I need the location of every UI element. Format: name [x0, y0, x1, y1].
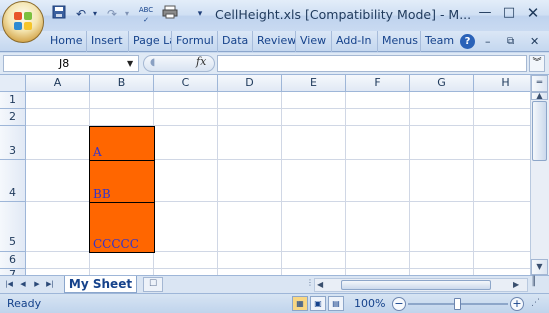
spelling-icon[interactable]: ABC ✓: [134, 5, 158, 24]
next-sheet-icon[interactable]: ▶: [32, 278, 42, 291]
zoom-level[interactable]: 100%: [354, 297, 385, 310]
status-text: Ready: [7, 297, 42, 310]
zoom-slider-knob[interactable]: [454, 298, 461, 310]
ribbon-tabs: Home Insert Page La Formul Data Review V…: [0, 31, 549, 52]
gridline: [26, 268, 530, 269]
column-header-g[interactable]: G: [410, 75, 474, 92]
split-box-icon[interactable]: ═: [531, 75, 548, 92]
window-title: CellHeight.xls [Compatibility Mode] - M.…: [215, 7, 472, 22]
expand-formula-bar-icon[interactable]: ︾: [529, 55, 545, 72]
last-sheet-icon[interactable]: ▶|: [45, 278, 55, 291]
print-icon[interactable]: [161, 5, 179, 23]
horizontal-scrollbar[interactable]: ◀ ▶: [314, 278, 528, 292]
row-header-2[interactable]: 2: [0, 109, 26, 126]
column-header-e[interactable]: E: [282, 75, 346, 92]
zoom-out-icon[interactable]: −: [392, 297, 406, 311]
cell-b5-text: CCCCC: [93, 237, 139, 251]
tab-view[interactable]: View: [295, 31, 331, 52]
page-break-preview-icon[interactable]: ▤: [328, 296, 344, 311]
cell-b5[interactable]: CCCCC: [89, 202, 155, 253]
select-all-button[interactable]: [0, 75, 26, 92]
gridline: [26, 108, 530, 109]
formula-input[interactable]: [217, 55, 527, 72]
tab-formulas[interactable]: Formul: [171, 31, 217, 52]
cell-b3[interactable]: A: [89, 126, 155, 161]
sheet-tab-bar: |◀ ◀ ▶ ▶| My Sheet ☐ ⋮ ◀ ▶ ║: [0, 275, 549, 293]
insert-function-button[interactable]: fx: [196, 55, 206, 68]
name-box[interactable]: J8 ▼: [3, 55, 139, 72]
save-icon[interactable]: [50, 5, 68, 23]
gridline: [281, 92, 282, 275]
minimize-icon[interactable]: —: [473, 2, 497, 24]
column-header-h[interactable]: H: [474, 75, 530, 92]
ribbon-minimize-icon[interactable]: –: [485, 31, 491, 52]
status-bar: Ready ▦ ▣ ▤ 100% − + ⋰: [0, 293, 549, 313]
title-bar: ↶ ▾ ↷ ▾ ABC ✓ ▾ CellHeight.xls [Compatibi…: [0, 0, 549, 31]
customize-qat-icon[interactable]: ▾: [191, 5, 209, 23]
close-icon[interactable]: ✕: [521, 2, 545, 24]
column-header-b[interactable]: B: [90, 75, 154, 92]
sheet-tab-my-sheet[interactable]: My Sheet: [64, 276, 137, 293]
tab-review[interactable]: Review: [252, 31, 295, 52]
row-header-1[interactable]: 1: [0, 92, 26, 109]
hsplit-box-icon[interactable]: ║: [531, 277, 536, 287]
tab-home[interactable]: Home: [46, 31, 86, 52]
insert-sheet-icon[interactable]: ☐: [143, 277, 163, 292]
office-button[interactable]: [2, 1, 44, 43]
gridline: [345, 92, 346, 275]
row-header-3[interactable]: 3: [0, 126, 26, 160]
vertical-scroll-thumb[interactable]: [532, 101, 547, 161]
maximize-icon[interactable]: □: [497, 2, 521, 24]
formula-handle-icon[interactable]: ◖: [150, 57, 155, 68]
gridline: [217, 92, 218, 275]
tab-team[interactable]: Team: [420, 31, 458, 52]
tab-data[interactable]: Data: [217, 31, 252, 52]
resize-grip-icon[interactable]: ⋰: [531, 298, 540, 308]
name-box-value: J8: [59, 57, 70, 70]
scroll-up-icon[interactable]: ▲: [531, 92, 548, 100]
office-logo-icon: [14, 12, 34, 32]
column-header-d[interactable]: D: [218, 75, 282, 92]
undo-dropdown-icon[interactable]: ▾: [86, 5, 104, 23]
scroll-down-icon[interactable]: ▼: [531, 259, 548, 275]
scroll-right-icon[interactable]: ▶: [513, 279, 519, 291]
row-header-6[interactable]: 6: [0, 252, 26, 269]
worksheet-grid[interactable]: A B C D E F G H 1 2 3 4 5 6 7 A BB CCCCC: [0, 75, 530, 275]
tab-menus[interactable]: Menus: [377, 31, 420, 52]
restore-window-icon[interactable]: ⧉: [507, 31, 514, 52]
page-layout-view-icon[interactable]: ▣: [310, 296, 326, 311]
gridline: [473, 92, 474, 275]
help-icon[interactable]: ?: [460, 34, 475, 49]
formula-bar: J8 ▼ ◖ fx ︾: [0, 53, 549, 75]
cell-b4-text: BB: [93, 187, 111, 201]
tab-page-layout[interactable]: Page La: [128, 31, 171, 52]
horizontal-scroll-thumb[interactable]: [341, 280, 491, 290]
tab-split-handle-icon[interactable]: ⋮: [306, 278, 314, 292]
column-header-f[interactable]: F: [346, 75, 410, 92]
column-header-a[interactable]: A: [26, 75, 90, 92]
gridline: [409, 92, 410, 275]
row-header-4[interactable]: 4: [0, 160, 26, 202]
first-sheet-icon[interactable]: |◀: [4, 278, 14, 291]
cell-b4[interactable]: BB: [89, 160, 155, 203]
vertical-scrollbar[interactable]: ═ ▲ ▼: [530, 75, 549, 275]
scroll-left-icon[interactable]: ◀: [317, 279, 323, 291]
column-header-c[interactable]: C: [154, 75, 218, 92]
cell-b3-text: A: [93, 145, 102, 159]
name-box-dropdown-icon[interactable]: ▼: [127, 56, 133, 71]
row-header-5[interactable]: 5: [0, 202, 26, 252]
tab-insert[interactable]: Insert: [86, 31, 128, 52]
tab-add-ins[interactable]: Add-In: [331, 31, 377, 52]
normal-view-icon[interactable]: ▦: [292, 296, 308, 311]
prev-sheet-icon[interactable]: ◀: [18, 278, 28, 291]
close-workbook-icon[interactable]: ✕: [530, 31, 539, 52]
zoom-in-icon[interactable]: +: [510, 297, 524, 311]
